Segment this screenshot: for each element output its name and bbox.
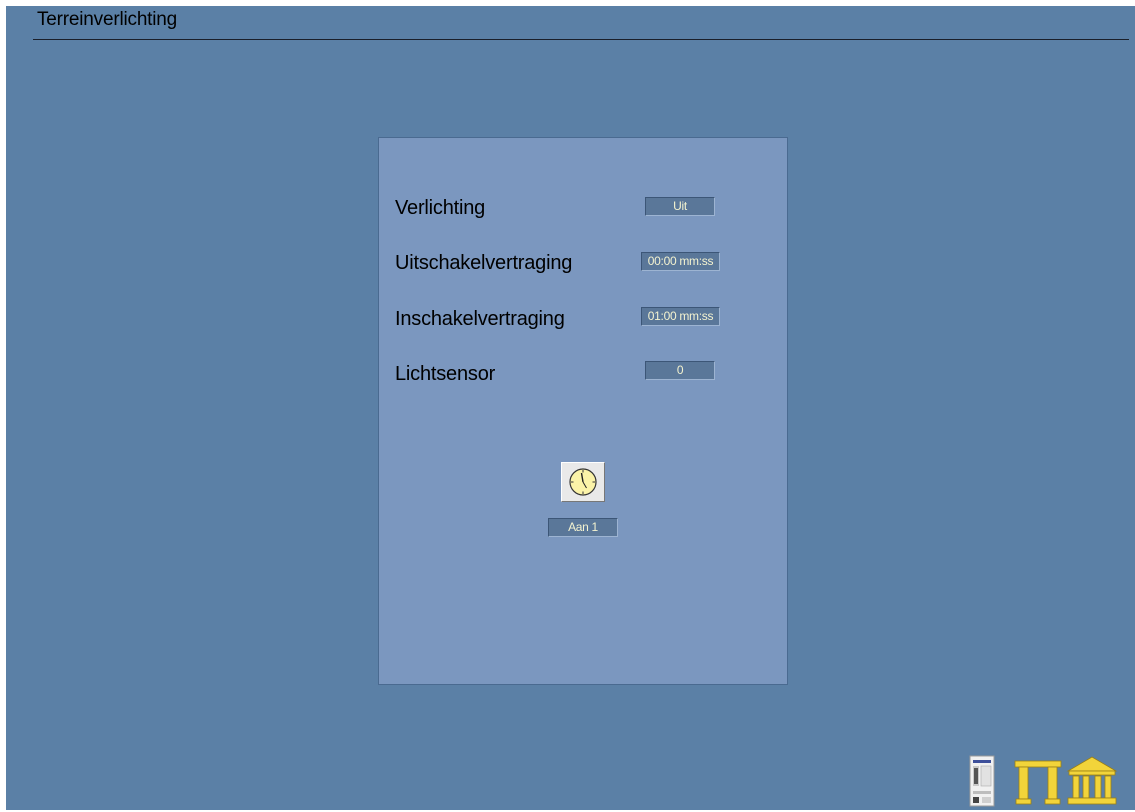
schedule-clock-button[interactable] (561, 462, 605, 502)
value-uitschakelvertraging[interactable]: 00:00 mm:ss (641, 252, 720, 271)
value-inschakelvertraging[interactable]: 01:00 mm:ss (641, 307, 720, 326)
label-inschakelvertraging: Inschakelvertraging (395, 308, 565, 330)
clock-icon (569, 468, 597, 496)
label-uitschakelvertraging: Uitschakelvertraging (395, 252, 573, 274)
gate-icon[interactable] (1014, 755, 1062, 807)
building-icon[interactable] (1066, 755, 1118, 807)
title-divider (33, 39, 1129, 40)
page-title: Terreinverlichting (37, 9, 178, 30)
label-verlichting: Verlichting (395, 197, 486, 219)
schedule-status: Aan 1 (548, 518, 618, 537)
value-verlichting[interactable]: Uit (645, 197, 715, 216)
controller-device-icon[interactable] (968, 755, 996, 807)
label-lichtsensor: Lichtsensor (395, 363, 496, 385)
value-lichtsensor[interactable]: 0 (645, 361, 715, 380)
